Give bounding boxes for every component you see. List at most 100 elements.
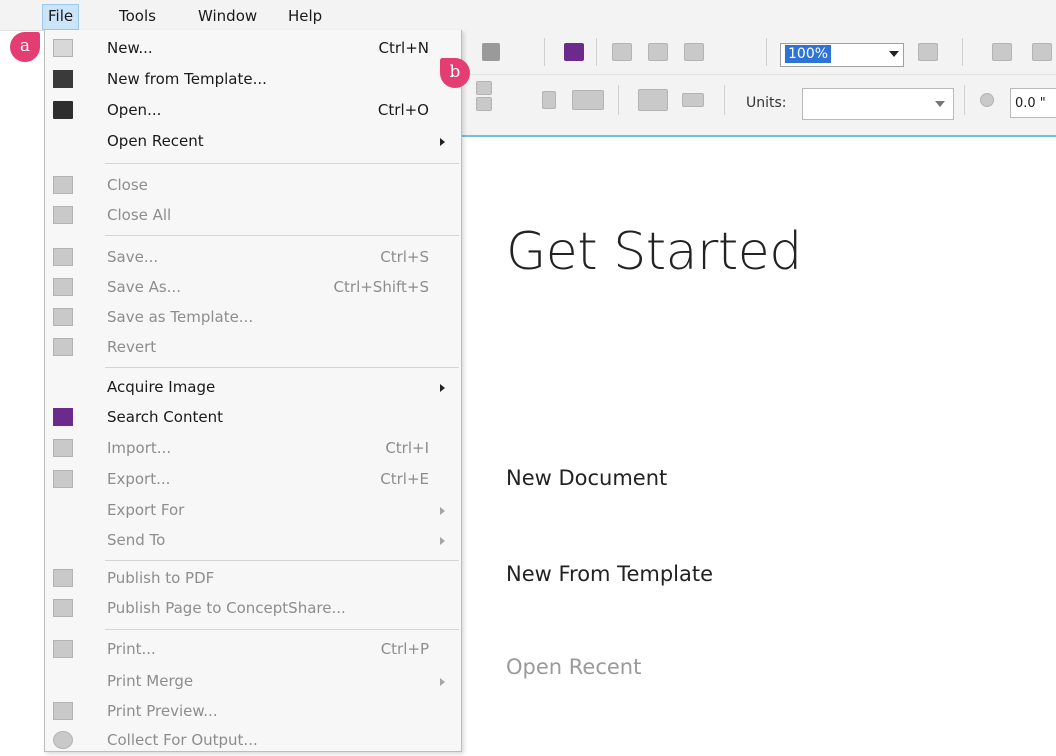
menu-item-print-preview[interactable]: Print Preview... bbox=[45, 696, 461, 727]
submenu-arrow-icon bbox=[440, 384, 445, 392]
menu-item-label: Close bbox=[107, 176, 148, 194]
menu-item-label: Save As... bbox=[107, 278, 181, 296]
menu-item-save[interactable]: Save... Ctrl+S bbox=[45, 242, 461, 273]
zoom-level-select[interactable]: 100% bbox=[780, 43, 904, 67]
toolbar-separator bbox=[962, 38, 963, 66]
menu-item-publish-pdf[interactable]: Publish to PDF bbox=[45, 563, 461, 594]
menu-item-label: Save... bbox=[107, 248, 159, 266]
pdf-icon[interactable] bbox=[684, 43, 704, 61]
folder-icon bbox=[53, 101, 73, 119]
menu-item-search-content[interactable]: Search Content bbox=[45, 402, 461, 433]
save-as-icon bbox=[53, 278, 73, 296]
print-icon bbox=[53, 640, 73, 658]
menu-item-close-all[interactable]: Close All bbox=[45, 200, 461, 231]
submenu-arrow-icon bbox=[440, 678, 445, 686]
snap-to-icon[interactable] bbox=[992, 43, 1012, 61]
full-screen-preview-icon[interactable] bbox=[918, 43, 938, 61]
menu-file[interactable]: File bbox=[42, 4, 80, 30]
menu-item-new[interactable]: New... Ctrl+N bbox=[45, 33, 461, 64]
search-content-icon bbox=[53, 408, 73, 426]
menu-item-new-from-template[interactable]: New from Template... bbox=[45, 64, 461, 95]
zoom-level-value: 100% bbox=[785, 45, 832, 63]
menu-item-send-to[interactable]: Send To bbox=[45, 525, 461, 556]
get-started-title: Get Started bbox=[506, 222, 802, 282]
nudge-distance-input[interactable]: 0.0 " bbox=[1010, 88, 1056, 118]
menu-item-print[interactable]: Print... Ctrl+P bbox=[45, 634, 461, 665]
search-content-icon[interactable] bbox=[564, 43, 584, 61]
new-from-template-link[interactable]: New From Template bbox=[506, 562, 713, 586]
toolbar-separator bbox=[596, 38, 597, 66]
submenu-arrow-icon bbox=[440, 138, 445, 146]
all-pages-icon[interactable] bbox=[638, 89, 668, 111]
menu-item-label: Close All bbox=[107, 206, 172, 224]
menu-divider bbox=[105, 560, 459, 561]
revert-icon bbox=[53, 338, 73, 356]
menu-item-export[interactable]: Export... Ctrl+E bbox=[45, 464, 461, 495]
menu-item-export-for[interactable]: Export For bbox=[45, 495, 461, 526]
menu-item-publish-conceptshare[interactable]: Publish Page to ConceptShare... bbox=[45, 593, 461, 624]
menu-tools[interactable]: Tools bbox=[114, 4, 161, 28]
toolbar-separator bbox=[544, 38, 545, 66]
submenu-arrow-icon bbox=[440, 507, 445, 515]
menu-item-import[interactable]: Import... Ctrl+I bbox=[45, 433, 461, 464]
new-document-link[interactable]: New Document bbox=[506, 466, 667, 490]
units-select[interactable] bbox=[802, 88, 954, 120]
menu-item-close[interactable]: Close bbox=[45, 170, 461, 201]
menu-item-save-as[interactable]: Save As... Ctrl+Shift+S bbox=[45, 272, 461, 303]
units-label: Units: bbox=[746, 95, 787, 111]
open-recent-link[interactable]: Open Recent bbox=[506, 655, 641, 679]
import-icon[interactable] bbox=[612, 43, 632, 61]
portrait-icon[interactable] bbox=[542, 91, 556, 109]
menu-item-label: Import... bbox=[107, 439, 172, 457]
save-template-icon bbox=[53, 308, 73, 326]
menu-item-label: Revert bbox=[107, 338, 157, 356]
menu-item-label: New from Template... bbox=[107, 70, 267, 88]
menu-item-collect-for-output[interactable]: Collect For Output... bbox=[45, 725, 461, 756]
menu-item-label: Print... bbox=[107, 640, 156, 658]
import-icon bbox=[53, 439, 73, 457]
close-icon bbox=[53, 176, 73, 194]
menu-item-label: Publish to PDF bbox=[107, 569, 215, 587]
chevron-down-icon bbox=[889, 51, 899, 57]
menu-item-open-recent[interactable]: Open Recent bbox=[45, 126, 461, 157]
conceptshare-icon bbox=[53, 599, 73, 617]
menu-item-shortcut: Ctrl+I bbox=[385, 439, 429, 457]
submenu-arrow-icon bbox=[440, 537, 445, 545]
close-all-icon bbox=[53, 206, 73, 224]
menu-item-shortcut: Ctrl+O bbox=[377, 101, 429, 119]
menu-item-save-as-template[interactable]: Save as Template... bbox=[45, 302, 461, 333]
menu-help[interactable]: Help bbox=[283, 4, 327, 28]
file-menu: New... Ctrl+N New from Template... Open.… bbox=[44, 30, 462, 752]
menu-item-acquire-image[interactable]: Acquire Image bbox=[45, 372, 461, 403]
new-document-icon bbox=[53, 39, 73, 57]
nudge-icon bbox=[980, 93, 994, 107]
redo-icon[interactable] bbox=[482, 43, 500, 61]
menu-item-label: Export For bbox=[107, 501, 185, 519]
print-preview-icon bbox=[53, 702, 73, 720]
export-icon[interactable] bbox=[648, 43, 668, 61]
menu-item-label: Acquire Image bbox=[107, 378, 216, 396]
standard-toolbar: 100% bbox=[462, 30, 1056, 75]
toolbar-separator bbox=[766, 38, 767, 66]
menu-item-label: Publish Page to ConceptShare... bbox=[107, 599, 346, 617]
menu-item-label: Print Merge bbox=[107, 672, 194, 690]
menu-window[interactable]: Window bbox=[193, 4, 262, 28]
menu-item-label: New... bbox=[107, 39, 153, 57]
menu-item-print-merge[interactable]: Print Merge bbox=[45, 666, 461, 697]
menu-divider bbox=[105, 629, 459, 630]
spin-up-icon[interactable] bbox=[476, 81, 492, 95]
menu-item-label: Collect For Output... bbox=[107, 731, 258, 749]
menu-item-label: Print Preview... bbox=[107, 702, 218, 720]
export-icon bbox=[53, 470, 73, 488]
menu-item-revert[interactable]: Revert bbox=[45, 332, 461, 363]
menubar: File Tools Window Help bbox=[0, 0, 1056, 31]
menu-item-open[interactable]: Open... Ctrl+O bbox=[45, 95, 461, 126]
callout-b-marker: b bbox=[440, 58, 470, 88]
save-icon bbox=[53, 248, 73, 266]
landscape-icon[interactable] bbox=[572, 90, 604, 110]
menu-item-shortcut: Ctrl+Shift+S bbox=[333, 278, 429, 296]
current-page-icon[interactable] bbox=[682, 93, 704, 107]
menu-divider bbox=[105, 235, 459, 236]
options-icon[interactable] bbox=[1032, 43, 1052, 61]
spin-down-icon[interactable] bbox=[476, 97, 492, 111]
